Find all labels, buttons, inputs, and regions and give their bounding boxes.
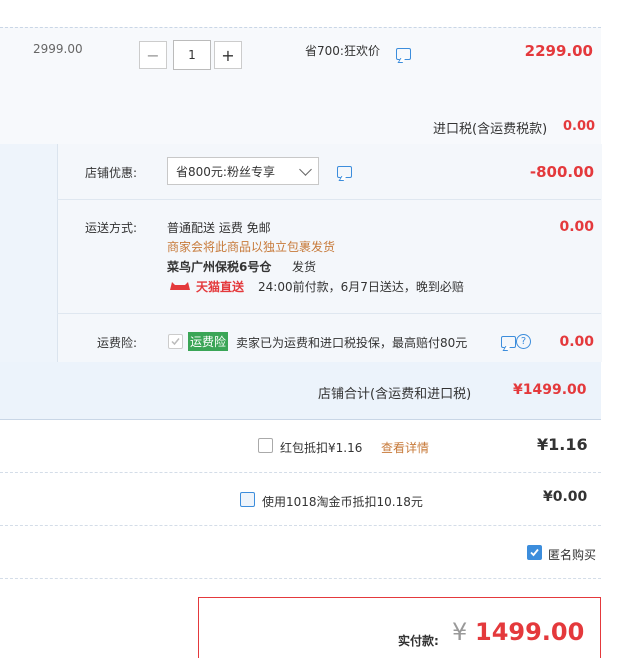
tmall-badge: 天猫直送 xyxy=(196,280,245,294)
chat-icon[interactable] xyxy=(396,48,411,60)
payment-label: 实付款: xyxy=(398,634,439,648)
discount-select[interactable]: 省800元:粉丝专享 xyxy=(167,157,319,185)
insurance-text: 卖家已为运费和进口税投保，最高赔付80元 xyxy=(236,336,468,350)
help-icon[interactable]: ? xyxy=(516,334,531,349)
warehouse: 菜鸟广州保税6号仓 xyxy=(167,260,272,274)
shipping-note: 商家会将此商品以独立包裹发货 xyxy=(167,240,336,254)
coin-checkbox[interactable] xyxy=(240,492,255,507)
divider xyxy=(0,578,601,579)
divider xyxy=(57,199,601,200)
chat-icon[interactable] xyxy=(501,336,516,348)
import-tax-label: 进口税(含运费税款) xyxy=(433,122,548,137)
divider xyxy=(57,313,601,314)
item-price: 2299.00 xyxy=(524,42,593,60)
item-row: 2999.00 − 1 + 省700:狂欢价 2299.00 进口税(含运费税款… xyxy=(0,27,601,145)
chevron-down-icon xyxy=(299,163,312,176)
insurance-label: 运费险: xyxy=(97,336,138,350)
shipping-label: 运送方式: xyxy=(85,221,138,235)
original-price: 2999.00 xyxy=(33,42,83,56)
ship-verb: 发货 xyxy=(292,260,317,274)
redpacket-label: 红包抵扣¥1.16 xyxy=(280,441,363,455)
divider xyxy=(0,472,601,473)
coin-label: 使用1018淘金币抵扣10.18元 xyxy=(262,495,423,509)
promo-text: 省700:狂欢价 xyxy=(305,44,380,58)
check-icon xyxy=(530,548,539,557)
divider xyxy=(0,525,601,526)
discount-value: -800.00 xyxy=(529,163,594,181)
shop-total-value: ¥1499.00 xyxy=(513,382,587,398)
payment-amount: 1499.00 xyxy=(475,618,585,646)
redpacket-checkbox[interactable] xyxy=(258,438,273,453)
quantity-input[interactable]: 1 xyxy=(173,40,211,70)
discount-select-value: 省800元:粉丝专享 xyxy=(176,164,275,179)
chat-icon[interactable] xyxy=(337,166,352,178)
shop-total-label: 店铺合计(含运费和进口税) xyxy=(318,387,472,402)
import-tax-value: 0.00 xyxy=(563,119,596,134)
tmall-cat-icon xyxy=(168,279,192,291)
redpacket-value: ¥1.16 xyxy=(537,435,588,454)
coin-value: ¥0.00 xyxy=(543,489,588,505)
shop-total-row: 店铺合计(含运费和进口税) ¥1499.00 xyxy=(0,362,601,420)
insurance-value: 0.00 xyxy=(559,334,594,350)
insurance-tag: 运费险 xyxy=(188,332,229,351)
discount-label: 店铺优惠: xyxy=(85,166,138,180)
payment-currency: ¥ xyxy=(452,618,468,646)
shipping-value: 0.00 xyxy=(559,219,594,235)
insurance-checkbox xyxy=(168,334,183,349)
quantity-minus-button[interactable]: − xyxy=(139,41,167,69)
anonymous-checkbox[interactable] xyxy=(527,545,542,560)
shipping-method: 普通配送 运费 免邮 xyxy=(167,221,271,235)
plus-icon: + xyxy=(221,45,235,65)
payment-box: 实付款: ¥ 1499.00 xyxy=(198,597,601,658)
redpacket-detail-link[interactable]: 查看详情 xyxy=(381,439,429,456)
delivery-promise: 24:00前付款，6月7日送达，晚到必赔 xyxy=(258,280,464,294)
minus-icon: − xyxy=(146,45,160,65)
anonymous-label: 匿名购买 xyxy=(548,548,597,562)
quantity-plus-button[interactable]: + xyxy=(214,41,242,69)
